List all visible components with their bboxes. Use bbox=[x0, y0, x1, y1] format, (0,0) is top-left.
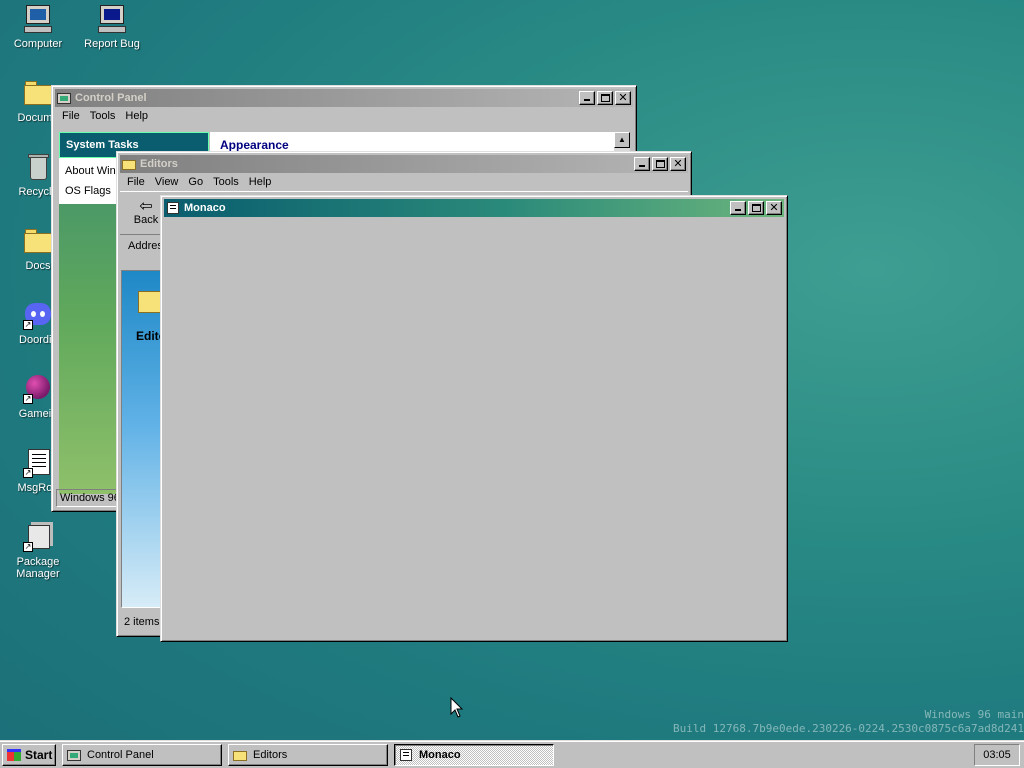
taskbar: Start Control Panel Editors Monaco 03:05 bbox=[0, 740, 1024, 768]
minimize-button[interactable] bbox=[579, 91, 595, 105]
monaco-editor-area[interactable] bbox=[164, 217, 784, 638]
taskbar-item-editors[interactable]: Editors bbox=[228, 743, 388, 766]
menu-go[interactable]: Go bbox=[183, 176, 208, 188]
taskbar-item-control-panel[interactable]: Control Panel bbox=[62, 743, 222, 766]
minimize-button[interactable] bbox=[634, 157, 650, 171]
watermark-line-2: Build 12768.7b9e0ede.230226-0224.2530c08… bbox=[673, 722, 1024, 735]
maximize-icon bbox=[656, 160, 665, 168]
system-tray: 03:05 bbox=[974, 744, 1020, 766]
folder-icon bbox=[22, 225, 54, 257]
menu-file[interactable]: File bbox=[122, 176, 150, 188]
desktop-icon-label: Computer bbox=[13, 38, 63, 50]
discord-icon: ↗ bbox=[22, 299, 54, 331]
mouse-cursor-icon bbox=[450, 697, 464, 718]
minimize-button[interactable] bbox=[730, 201, 746, 215]
windows-logo-icon bbox=[7, 748, 21, 761]
taskbar-item-label: Editors bbox=[253, 748, 288, 761]
close-button[interactable]: ✕ bbox=[766, 201, 782, 215]
desktop-icon-computer[interactable]: Computer bbox=[0, 3, 76, 50]
recycle-bin-icon bbox=[22, 151, 54, 183]
monaco-window[interactable]: Monaco ✕ bbox=[160, 195, 788, 642]
menu-tools[interactable]: Tools bbox=[208, 176, 244, 188]
menu-view[interactable]: View bbox=[150, 176, 184, 188]
maximize-icon bbox=[752, 204, 761, 212]
taskbar-item-label: Monaco bbox=[419, 748, 461, 761]
scroll-up-button[interactable]: ▲ bbox=[614, 132, 630, 148]
maximize-button[interactable] bbox=[748, 201, 764, 215]
folder-icon bbox=[233, 749, 247, 761]
code-editor-icon bbox=[399, 748, 413, 761]
window-title: Editors bbox=[140, 158, 178, 170]
menu-help[interactable]: Help bbox=[120, 110, 153, 122]
computer-icon bbox=[22, 3, 54, 35]
taskbar-item-monaco[interactable]: Monaco bbox=[394, 743, 554, 766]
minimize-icon bbox=[584, 99, 590, 101]
menu-help[interactable]: Help bbox=[244, 176, 277, 188]
watermark-line-1: Windows 96 main bbox=[924, 708, 1024, 721]
monaco-titlebar[interactable]: Monaco ✕ bbox=[164, 199, 784, 217]
desktop-icon-report-bug[interactable]: Report Bug bbox=[74, 3, 150, 50]
close-icon: ✕ bbox=[769, 201, 779, 214]
msgroom-icon: ↗ bbox=[22, 447, 54, 479]
maximize-icon bbox=[601, 94, 610, 102]
desktop-icon-package-manager[interactable]: ↗ Package Manager bbox=[0, 521, 76, 580]
package-icon: ↗ bbox=[22, 521, 54, 553]
desktop-icon-label: Package Manager bbox=[16, 556, 60, 580]
monitor-icon bbox=[96, 3, 128, 35]
menu-bar: File Tools Help bbox=[55, 107, 633, 125]
shortcut-arrow-icon: ↗ bbox=[23, 468, 33, 478]
start-label: Start bbox=[25, 747, 53, 762]
address-label: Addres bbox=[128, 240, 163, 252]
menu-tools[interactable]: Tools bbox=[85, 110, 121, 122]
maximize-button[interactable] bbox=[597, 91, 613, 105]
menu-bar: File View Go Tools Help bbox=[120, 173, 688, 191]
taskbar-item-label: Control Panel bbox=[87, 748, 154, 761]
maximize-button[interactable] bbox=[652, 157, 668, 171]
control-panel-titlebar[interactable]: Control Panel ✕ bbox=[55, 89, 633, 107]
desktop-icon-label: Report Bug bbox=[84, 38, 140, 50]
folder-icon bbox=[122, 158, 136, 170]
control-panel-icon bbox=[67, 749, 81, 761]
build-watermark: Windows 96 main Build 12768.7b9e0ede.230… bbox=[673, 708, 1024, 736]
clock[interactable]: 03:05 bbox=[983, 749, 1011, 761]
close-button[interactable]: ✕ bbox=[670, 157, 686, 171]
minimize-icon bbox=[639, 165, 645, 167]
shortcut-arrow-icon: ↗ bbox=[23, 542, 33, 552]
control-panel-icon bbox=[57, 92, 71, 104]
code-editor-icon bbox=[166, 202, 180, 214]
close-icon: ✕ bbox=[618, 91, 628, 104]
start-button[interactable]: Start bbox=[2, 743, 56, 766]
close-button[interactable]: ✕ bbox=[615, 91, 631, 105]
window-title: Monaco bbox=[184, 202, 226, 214]
shortcut-arrow-icon: ↗ bbox=[23, 394, 33, 404]
gamein-icon: ↗ bbox=[22, 373, 54, 405]
close-icon: ✕ bbox=[673, 157, 683, 170]
minimize-icon bbox=[735, 209, 741, 211]
folder-icon bbox=[22, 77, 54, 109]
editors-titlebar[interactable]: Editors ✕ bbox=[120, 155, 688, 173]
shortcut-arrow-icon: ↗ bbox=[23, 320, 33, 330]
window-title: Control Panel bbox=[75, 92, 147, 104]
folder-info-sidebar: Edito bbox=[122, 271, 166, 607]
menu-file[interactable]: File bbox=[57, 110, 85, 122]
